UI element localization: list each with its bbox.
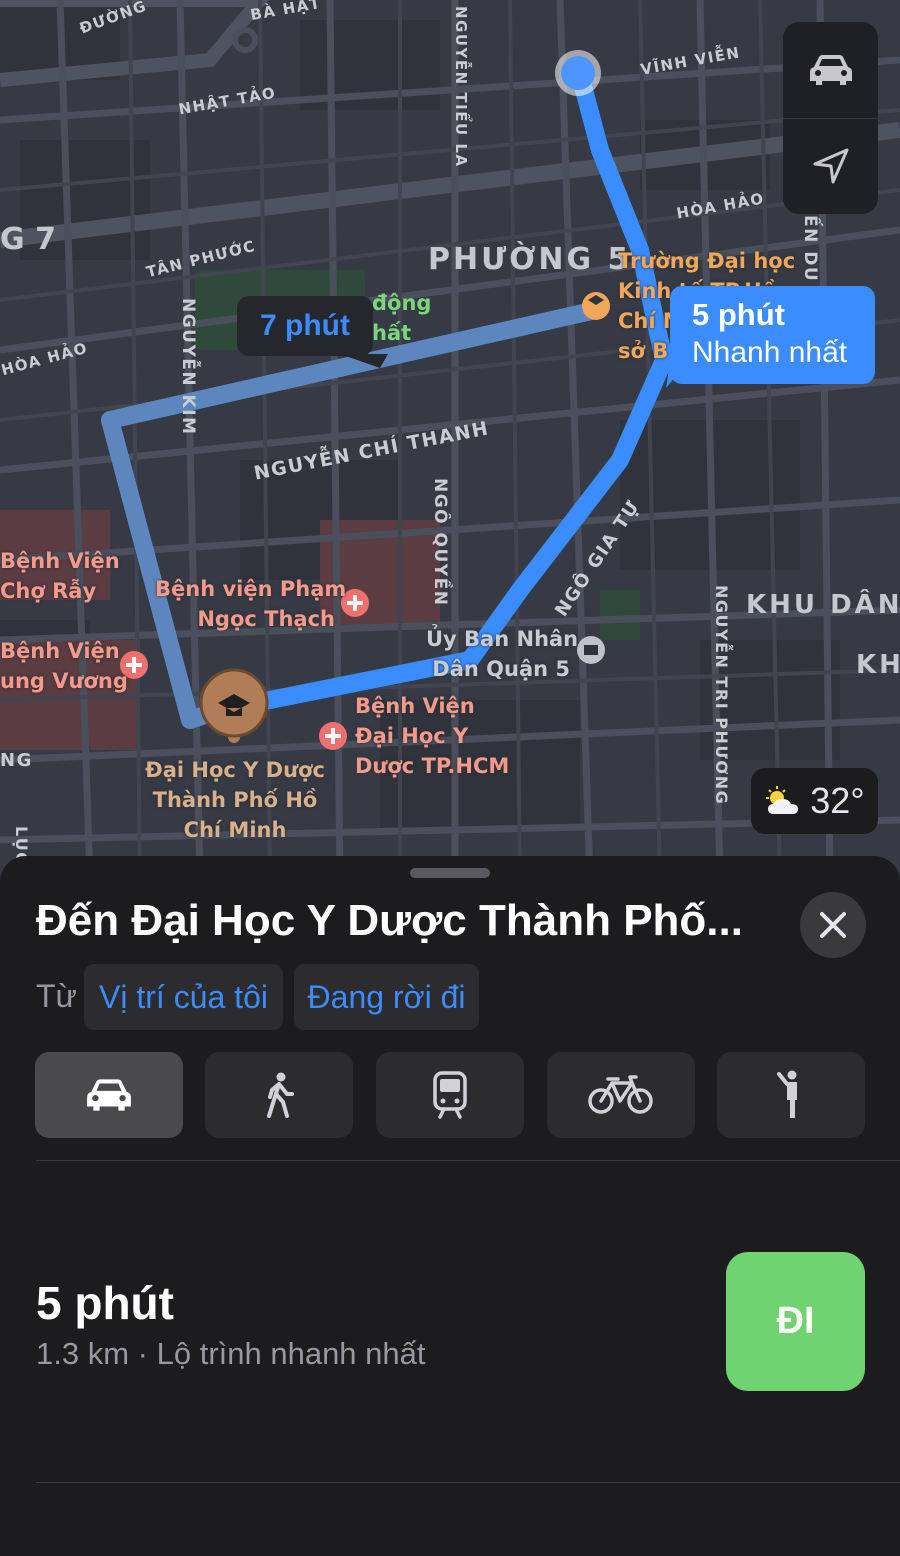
street-label-en-du: ẾN DU [800,215,820,283]
route-duration: 5 phút [36,1277,174,1329]
go-button[interactable]: ĐI [726,1252,865,1391]
mode-drive-button[interactable] [35,1052,183,1138]
street-label-ng-left: NG [0,750,33,771]
mode-walk-button[interactable] [205,1052,353,1138]
poi-ubnd-quan-5[interactable]: Ủy Ban Nhân Dân Quận 5 [426,624,578,684]
origin-dot [561,56,595,90]
area-label-khu: KHU [856,650,900,680]
callout-pointer [585,354,609,370]
partly-sunny-icon [766,786,799,814]
sheet-divider-top [36,1160,900,1161]
area-label-7: G 7 [0,222,56,257]
alt-callout-tail [340,354,388,368]
alt-route-callout[interactable]: 7 phút [237,296,373,356]
mode-transit-button[interactable] [376,1052,524,1138]
weather-badge: 32° [751,768,878,834]
destination-title: Đến Đại Học Y Dược Thành Phố... [36,896,743,945]
area-label-khu-dan-c: KHU DÂN C [746,590,900,620]
street-label-nguyen-kim: NGUYỄN KIM [178,298,198,436]
street-label-nguyen-tieu-la-v: NGUYỄN TIỂU LA [452,6,470,168]
from-location-button[interactable]: Vị trí của tôi [84,964,283,1030]
from-label: Từ [36,978,77,1014]
route-distance: 1.3 km [36,1336,130,1371]
close-icon [820,912,846,938]
locate-me-button[interactable] [783,118,878,214]
weather-temp: 32° [810,780,865,821]
street-label-nguyen-tri-phuong: NGUYỄN TRI PHƯƠNG [712,585,731,806]
depart-time-button[interactable]: Đang rời đi [294,964,479,1030]
poi-green-area[interactable]: động hất [372,288,431,348]
main-callout-tail [666,362,688,388]
sheet-divider-bottom [36,1482,900,1483]
route-description: Lộ trình nhanh nhất [156,1336,426,1371]
car-icon [87,1079,131,1111]
directions-sheet: Đến Đại Học Y Dược Thành Phố... Từ Vị tr… [0,856,900,1556]
mode-bicycle-button[interactable] [547,1052,695,1138]
rideshare-icon [777,1070,797,1118]
poi-bv-hung-vuong[interactable]: Bệnh Viện ung Vương [0,636,128,696]
route-separator: · [137,1336,148,1371]
transit-icon [433,1071,467,1119]
poi-destination-label[interactable]: Đại Học Y Dược Thành Phố Hồ Chí Minh [145,755,325,845]
poi-bv-pham-ngoc-thach[interactable]: Bệnh viện Phạm Ngọc Thạch [155,574,346,634]
street-label-ngo-quyen: NGÔ QUYỀN [430,478,450,607]
main-route-callout[interactable]: 5 phút Nhanh nhất [670,286,875,384]
walk-icon [267,1072,294,1118]
location-arrow-icon [813,148,848,184]
mode-rideshare-button[interactable] [717,1052,865,1138]
close-button[interactable] [800,892,866,958]
sheet-grabber[interactable] [410,868,490,878]
bicycle-icon [588,1075,653,1114]
ward-label-phuong-5: PHƯỜNG 5 [428,242,632,277]
poi-bv-dh-y-duoc[interactable]: Bệnh Viện Đại Học Y Dược TP.HCM [355,691,509,781]
poi-bv-cho-ray[interactable]: Bệnh Viện Chợ Rẫy [0,546,120,606]
map-view[interactable]: ĐƯỜNG BÀ HẠT VĨNH VIỄN NHẬT TẢO HÒA HẢO … [0,0,900,880]
map-controls [783,22,878,214]
drive-mode-button[interactable] [783,22,878,118]
route-details: 1.3 km · Lộ trình nhanh nhất [36,1336,426,1372]
car-icon [809,55,852,85]
